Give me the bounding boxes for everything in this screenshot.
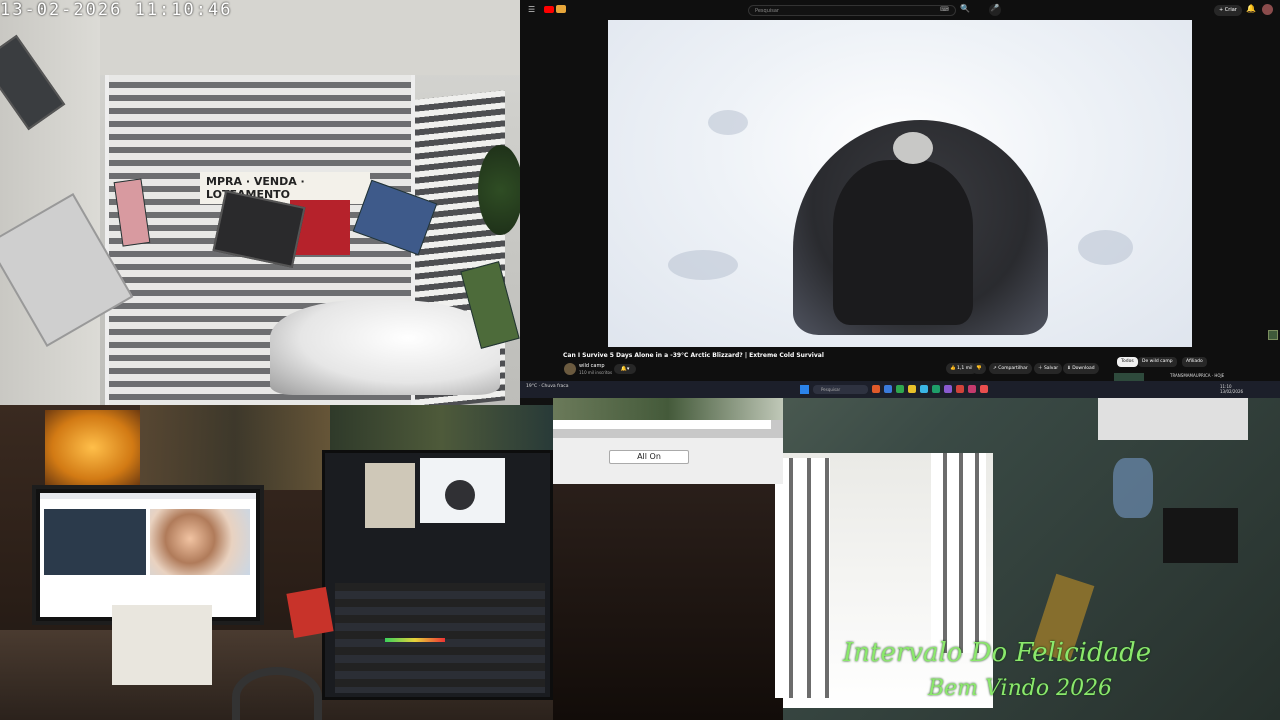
monitor-video — [44, 509, 146, 575]
app-icon[interactable] — [920, 385, 928, 393]
search-icon[interactable]: 🔍 — [958, 4, 972, 17]
taskbar: 19°C · Chuva fraca Pesquisar 11:10 13/02/… — [520, 381, 1280, 398]
monitor — [32, 485, 264, 625]
car — [270, 300, 500, 395]
create-button[interactable]: + Criar — [1214, 5, 1242, 16]
corner-thumbnail-icon[interactable] — [1268, 330, 1278, 340]
monitor-tile — [420, 458, 505, 523]
keyboard-icon[interactable]: ⌨ — [940, 6, 949, 13]
weather-widget[interactable]: 19°C · Chuva fraca — [526, 384, 569, 389]
lamp — [45, 410, 140, 485]
save-label: Salvar — [1043, 366, 1059, 371]
notification-bell-button[interactable]: 🔔▾ — [614, 364, 636, 374]
audio-meter — [385, 638, 445, 642]
like-icon: 👍 — [950, 366, 956, 371]
dialog-preview — [553, 398, 783, 420]
share-icon: ↗ — [993, 366, 997, 371]
system-clock[interactable]: 11:10 13/02/2026 — [1220, 384, 1243, 394]
app-icon[interactable] — [944, 385, 952, 393]
app-icon[interactable] — [872, 385, 880, 393]
download-label: Download — [1072, 366, 1095, 371]
video-title: Can I Survive 5 Days Alone in a -39°C Ar… — [563, 352, 824, 359]
snow-footprint — [1078, 230, 1133, 265]
app-icon[interactable] — [908, 385, 916, 393]
all-on-button[interactable]: All On — [609, 450, 689, 464]
overlay-caption: Intervalo Do Felicidade — [843, 638, 1152, 668]
avatar[interactable] — [1262, 4, 1273, 15]
room-camera-feed — [0, 405, 553, 720]
youtube-logo-icon[interactable] — [544, 6, 554, 13]
video-player[interactable] — [608, 20, 1192, 347]
mic-icon[interactable]: 🎤 — [989, 4, 1001, 16]
camera-timestamp: 13-02-2026 11:10:46 — [0, 0, 233, 20]
window-grille — [931, 453, 986, 653]
helmet — [893, 132, 933, 164]
mural — [140, 405, 330, 490]
dark-corner — [553, 484, 783, 720]
dislike-icon: 👎 — [976, 366, 982, 371]
screen: MPRA · VENDA · LOTEAMENTO 13-02-2026 11:… — [0, 0, 1280, 720]
monitor — [322, 450, 553, 700]
red-box — [286, 586, 334, 639]
bell-icon[interactable]: 🔔 — [1246, 4, 1256, 13]
chip-from-channel[interactable]: De wild camp — [1138, 357, 1177, 367]
chip-all[interactable]: Todos — [1117, 357, 1138, 367]
download-icon: ⬇ — [1067, 366, 1071, 371]
taskbar-search-input[interactable]: Pesquisar — [813, 385, 868, 394]
save-icon: ＋ — [1038, 366, 1043, 371]
app-icon[interactable] — [884, 385, 892, 393]
calendar — [112, 605, 212, 685]
control-dialog: All On — [553, 398, 783, 484]
monitor-video — [150, 509, 250, 575]
poster — [1098, 398, 1248, 440]
window-grille — [775, 458, 830, 698]
dislike-button[interactable]: 👎 — [972, 363, 986, 374]
app-icon[interactable] — [932, 385, 940, 393]
share-label: Compartilhar — [998, 366, 1028, 371]
clock-date: 13/02/2026 — [1220, 389, 1244, 394]
share-button[interactable]: ↗ Compartilhar — [989, 363, 1032, 374]
overlay-subcaption: Bem Vindo 2026 — [928, 676, 1113, 701]
download-button[interactable]: ⬇ Download — [1063, 363, 1099, 374]
search-input[interactable]: Pesquisar — [748, 5, 956, 16]
save-button[interactable]: ＋ Salvar — [1034, 363, 1063, 374]
monitor-tile-cave — [445, 480, 475, 510]
speaker-box — [1163, 508, 1238, 563]
browser-window: ☰ Pesquisar ⌨ 🔍 🎤 + Criar 🔔 Can I Surviv… — [520, 0, 1280, 398]
app-icon[interactable] — [956, 385, 964, 393]
snow-footprint — [668, 250, 738, 280]
menu-icon[interactable]: ☰ — [528, 5, 535, 14]
app-icon[interactable] — [980, 385, 988, 393]
start-icon[interactable] — [800, 385, 809, 394]
monitor-tile — [365, 463, 415, 528]
app-icon[interactable] — [968, 385, 976, 393]
channel-name[interactable]: wild camp — [579, 363, 605, 369]
security-camera-feed: MPRA · VENDA · LOTEAMENTO 13-02-2026 11:… — [0, 0, 520, 405]
extension-icon[interactable] — [556, 5, 566, 13]
subscriber-count: 110 mil inscritos — [579, 370, 613, 375]
recommended-title[interactable]: TRANSMAMAUPRICA · HOJE — [1170, 373, 1224, 378]
chip-related[interactable]: Afiliado — [1182, 357, 1207, 367]
plant — [478, 145, 520, 235]
headphones — [232, 667, 322, 720]
app-icon[interactable] — [896, 385, 904, 393]
snow-footprint — [708, 110, 748, 135]
graffiti-shape — [1113, 458, 1153, 518]
channel-avatar[interactable] — [564, 363, 576, 375]
like-count: 1,1 mil — [957, 366, 973, 371]
dialog-panel — [553, 420, 771, 429]
person-in-cave — [833, 160, 973, 325]
